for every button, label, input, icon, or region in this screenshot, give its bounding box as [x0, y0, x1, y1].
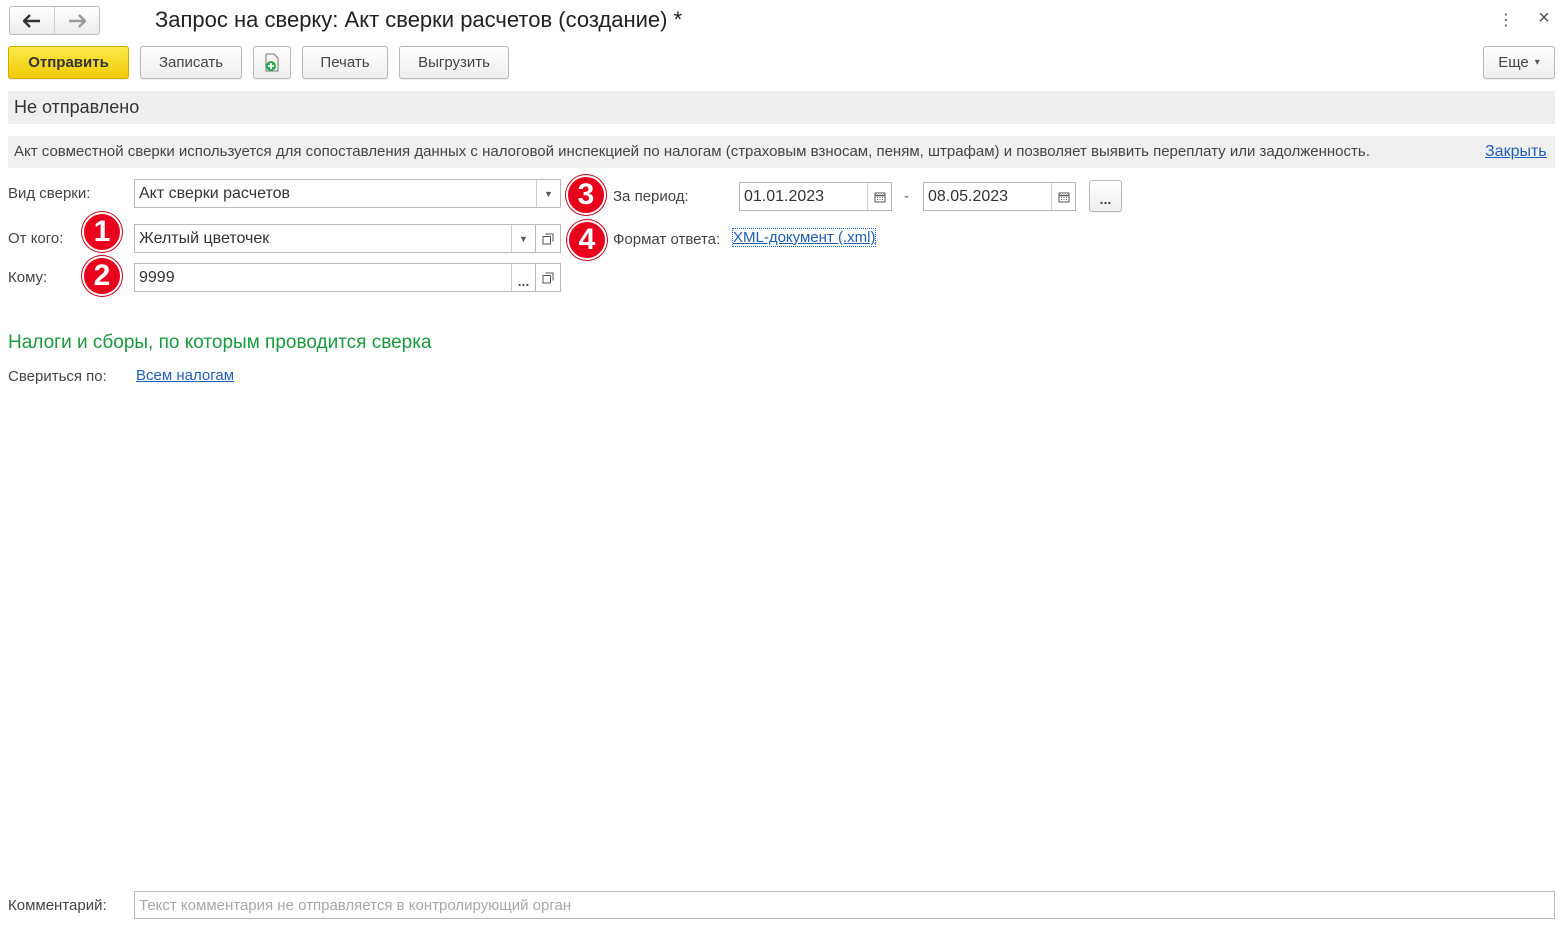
calendar-button[interactable] — [1051, 183, 1075, 210]
dropdown-button[interactable]: ▼ — [536, 180, 560, 207]
open-window-icon — [542, 233, 554, 244]
forward-button[interactable] — [54, 7, 99, 34]
print-button[interactable]: Печать — [302, 46, 388, 79]
period-separator: - — [904, 188, 909, 205]
comment-input[interactable] — [135, 892, 1554, 918]
chevron-down-icon: ▼ — [519, 233, 528, 244]
format-link[interactable]: XML-документ (.xml) — [731, 228, 877, 247]
new-document-icon — [265, 53, 279, 71]
info-text: Акт совместной сверки используется для с… — [14, 143, 1370, 160]
period-label: За период: — [613, 188, 689, 205]
arrow-left-icon — [23, 13, 40, 28]
history-nav — [9, 6, 100, 35]
format-label: Формат ответа: — [613, 231, 721, 248]
send-button[interactable]: Отправить — [8, 46, 129, 79]
badge-2: 2 — [82, 256, 122, 296]
type-label: Вид сверки: — [8, 185, 91, 202]
close-info-link[interactable]: Закрыть — [1485, 143, 1547, 161]
badge-1: 1 — [82, 212, 122, 252]
taxes-section-title: Налоги и сборы, по которым проводится св… — [8, 332, 432, 353]
badge-3: 3 — [566, 175, 606, 215]
period-to-field[interactable]: 08.05.2023 — [923, 182, 1076, 211]
back-button[interactable] — [10, 7, 54, 34]
from-select[interactable]: Желтый цветочек ▼ — [134, 224, 536, 253]
open-to-button[interactable] — [536, 263, 561, 292]
calendar-icon — [874, 192, 885, 202]
to-label: Кому: — [8, 269, 48, 286]
to-value: 9999 — [139, 269, 175, 286]
from-value: Желтый цветочек — [139, 230, 270, 247]
export-button[interactable]: Выгрузить — [399, 46, 509, 79]
info-banner: Акт совместной сверки используется для с… — [8, 136, 1555, 168]
more-button-label: Еще — [1498, 54, 1529, 71]
status-banner: Не отправлено — [8, 91, 1555, 124]
badge-4: 4 — [567, 220, 607, 260]
open-from-button[interactable] — [536, 224, 561, 253]
reconcile-link[interactable]: Всем налогам — [136, 367, 234, 384]
calendar-button[interactable] — [867, 183, 891, 210]
comment-field[interactable] — [134, 891, 1555, 919]
comment-label: Комментарий: — [8, 897, 107, 914]
window-title: Запрос на сверку: Акт сверки расчетов (с… — [155, 7, 683, 32]
period-from-value: 01.01.2023 — [744, 188, 825, 205]
arrow-right-icon — [69, 13, 86, 28]
reconcile-label: Свериться по: — [8, 368, 107, 385]
period-select-button[interactable]: ... — [1089, 180, 1122, 212]
from-label: От кого: — [8, 230, 64, 247]
to-field[interactable]: 9999 ... — [134, 263, 536, 292]
more-button[interactable]: Еще ▾ — [1483, 46, 1555, 79]
select-button[interactable]: ... — [511, 264, 535, 291]
more-actions-icon[interactable]: ⋮ — [1498, 10, 1514, 30]
save-button[interactable]: Записать — [140, 46, 242, 79]
open-window-icon — [542, 272, 554, 283]
close-icon[interactable]: × — [1536, 7, 1552, 30]
create-copy-button[interactable] — [253, 46, 291, 79]
chevron-down-icon: ▾ — [1534, 57, 1540, 68]
type-value: Акт сверки расчетов — [139, 185, 290, 202]
period-to-value: 08.05.2023 — [928, 188, 1009, 205]
period-from-field[interactable]: 01.01.2023 — [739, 182, 892, 211]
chevron-down-icon: ▼ — [544, 188, 553, 199]
type-select[interactable]: Акт сверки расчетов ▼ — [134, 179, 561, 208]
dropdown-button[interactable]: ▼ — [511, 225, 535, 252]
calendar-icon — [1058, 192, 1069, 202]
